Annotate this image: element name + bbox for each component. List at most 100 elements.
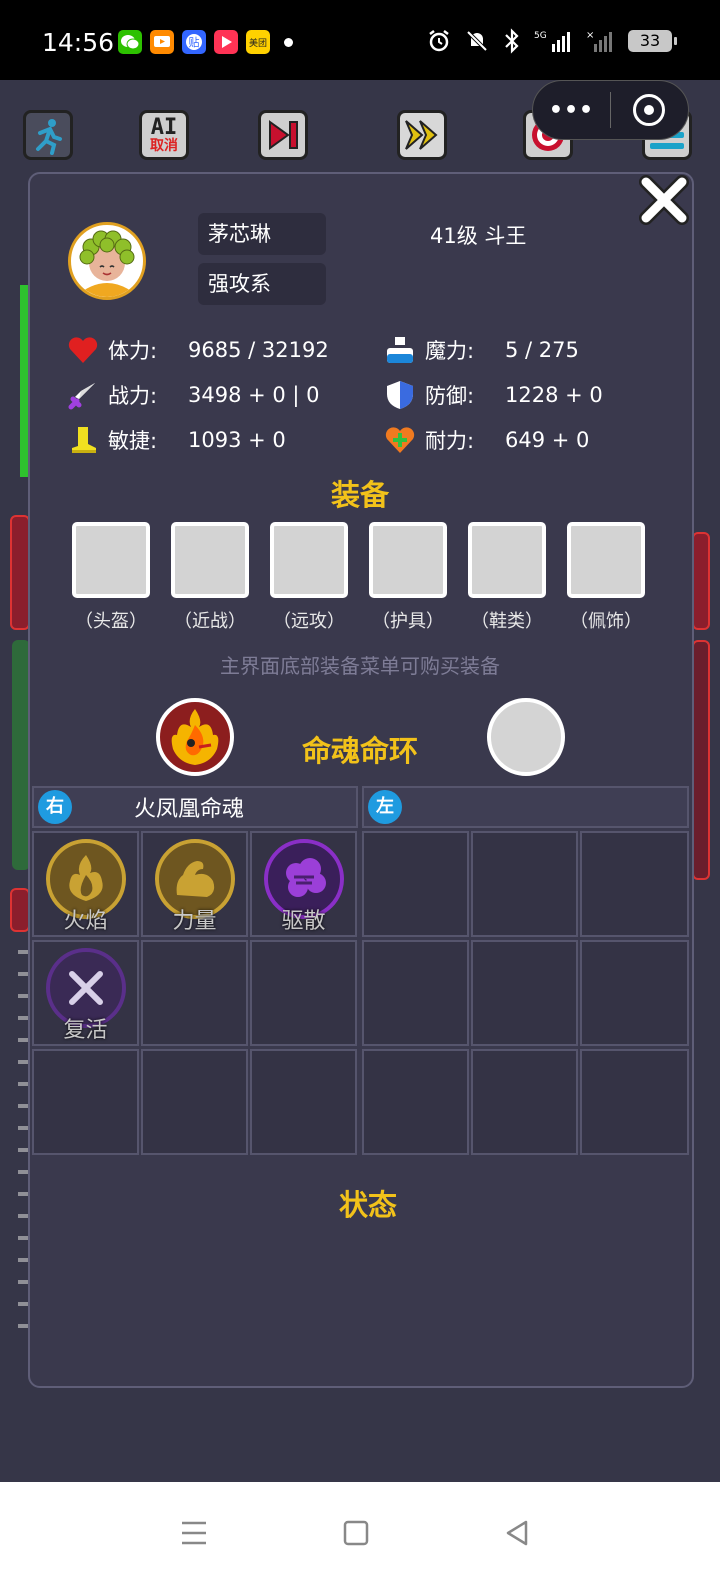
battery-indicator: 33 bbox=[628, 30, 677, 52]
equip-slot-melee[interactable] bbox=[171, 522, 249, 598]
equip-label-melee: （近战） bbox=[174, 611, 246, 632]
soul-slot-left[interactable] bbox=[487, 698, 565, 776]
flame-icon bbox=[69, 855, 103, 901]
ai-label: AI bbox=[150, 115, 178, 140]
mute-icon bbox=[466, 30, 488, 52]
skill-cell[interactable] bbox=[250, 1049, 357, 1155]
skill-cell[interactable] bbox=[471, 1049, 578, 1155]
skip-button[interactable] bbox=[258, 110, 308, 160]
back-triangle-icon bbox=[506, 1520, 528, 1546]
status-bar: 14:56 贴 美团 5G × 33 bbox=[0, 0, 720, 80]
stat-agi-label: 敏捷: bbox=[108, 429, 158, 453]
stat-def-label: 防御: bbox=[425, 384, 475, 408]
stat-sta-label: 耐力: bbox=[425, 429, 475, 453]
skill-cell[interactable] bbox=[471, 940, 578, 1046]
equip-slot-shoes[interactable] bbox=[468, 522, 546, 598]
stat-def-value: 1228 + 0 bbox=[505, 383, 603, 407]
skill-cell[interactable] bbox=[471, 831, 578, 937]
equip-slot-accessory[interactable] bbox=[567, 522, 645, 598]
equipment-hint: 主界面底部装备菜单可购买装备 bbox=[220, 654, 500, 678]
skill-cell[interactable]: 力量 bbox=[141, 831, 248, 937]
more-options-button[interactable]: ••• bbox=[533, 98, 610, 123]
hp-side-bar bbox=[20, 285, 28, 477]
stat-atk-label: 战力: bbox=[108, 384, 158, 408]
side-decoration bbox=[10, 515, 30, 630]
miniprogram-capsule: ••• bbox=[532, 80, 689, 140]
recents-button[interactable] bbox=[169, 1508, 219, 1558]
stat-hp-value: 9685 / 32192 bbox=[188, 338, 329, 362]
svg-text:×: × bbox=[586, 30, 594, 41]
equipment-title: 装备 bbox=[330, 478, 389, 512]
sword-icon bbox=[66, 378, 100, 412]
skill-label: 火焰 bbox=[63, 909, 108, 934]
heart-icon bbox=[66, 333, 100, 367]
skill-cell[interactable] bbox=[141, 1049, 248, 1155]
video-app-icon bbox=[214, 30, 238, 54]
wechat-icon bbox=[118, 30, 142, 54]
equip-label-helmet: （头盔） bbox=[75, 611, 147, 632]
stat-mp-value: 5 / 275 bbox=[505, 338, 579, 362]
equip-label-armor: （护具） bbox=[372, 611, 444, 632]
fast-forward-icon bbox=[405, 120, 438, 150]
skill-cell[interactable] bbox=[580, 1049, 689, 1155]
skill-cell[interactable]: 驱散 bbox=[250, 831, 357, 937]
stat-sta-value: 649 + 0 bbox=[505, 428, 590, 452]
signal-5g-icon: 5G bbox=[534, 31, 570, 52]
skill-cell[interactable] bbox=[362, 1049, 469, 1155]
back-button[interactable] bbox=[492, 1508, 542, 1558]
ai-cancel-button[interactable]: AI 取消 bbox=[139, 110, 189, 160]
soul-column-right: 右 火凤凰命魂 bbox=[32, 786, 358, 828]
skill-cell[interactable] bbox=[580, 831, 689, 937]
run-button[interactable] bbox=[23, 110, 73, 160]
stat-agi: 敏捷: 1093 + 0 bbox=[66, 422, 286, 458]
stat-mp: 魔力: 5 / 275 bbox=[383, 332, 579, 368]
stat-agi-value: 1093 + 0 bbox=[188, 428, 286, 452]
stat-hp: 体力: 9685 / 32192 bbox=[66, 332, 329, 368]
shield-icon bbox=[383, 378, 417, 412]
ai-cancel-label: 取消 bbox=[150, 138, 178, 154]
revive-x-icon bbox=[69, 971, 103, 1005]
skill-cell[interactable]: 复活 bbox=[32, 940, 139, 1046]
skill-cell[interactable] bbox=[362, 940, 469, 1046]
equip-slot-helmet[interactable] bbox=[72, 522, 150, 598]
clock: 14:56 bbox=[42, 28, 115, 57]
skill-cell[interactable]: 火焰 bbox=[32, 831, 139, 937]
stat-sta: 耐力: 649 + 0 bbox=[383, 422, 589, 458]
avatar-face-icon bbox=[75, 230, 139, 297]
status-title: 状态 bbox=[338, 1188, 397, 1222]
skill-cell[interactable] bbox=[32, 1049, 139, 1155]
right-badge: 右 bbox=[38, 790, 72, 824]
character-type: 强攻系 bbox=[198, 263, 326, 305]
tv-app-icon bbox=[150, 30, 174, 54]
equip-slot-ranged[interactable] bbox=[270, 522, 348, 598]
menu-lines-icon bbox=[182, 1521, 206, 1545]
tieba-icon: 贴 bbox=[182, 30, 206, 54]
skill-cell[interactable] bbox=[362, 831, 469, 937]
soul-column-left: 左 bbox=[362, 786, 689, 828]
skill-cell[interactable] bbox=[250, 940, 357, 1046]
fast-forward-button[interactable] bbox=[397, 110, 447, 160]
skill-cell[interactable] bbox=[580, 940, 689, 1046]
home-button[interactable] bbox=[331, 1508, 381, 1558]
notification-icons: 贴 美团 bbox=[118, 30, 293, 54]
right-soul-name: 火凤凰命魂 bbox=[134, 797, 245, 822]
boot-icon bbox=[66, 423, 100, 457]
svg-text:贴: 贴 bbox=[189, 35, 200, 49]
close-miniprogram-button[interactable] bbox=[611, 94, 688, 126]
side-decoration bbox=[10, 888, 30, 932]
system-nav-bar bbox=[0, 1482, 720, 1584]
close-panel-button[interactable] bbox=[638, 174, 690, 226]
stat-mp-label: 魔力: bbox=[425, 339, 475, 363]
skip-next-icon bbox=[269, 120, 298, 150]
svg-text:美团: 美团 bbox=[249, 37, 267, 49]
stat-atk: 战力: 3498 + 0 | 0 bbox=[66, 377, 320, 413]
dispel-cloud-icon bbox=[286, 858, 326, 897]
alarm-icon bbox=[429, 30, 449, 52]
running-man-icon bbox=[36, 119, 62, 155]
skill-label: 力量 bbox=[172, 909, 217, 934]
equip-slot-armor[interactable] bbox=[369, 522, 447, 598]
svg-text:5G: 5G bbox=[534, 31, 547, 41]
character-level: 41级 斗王 bbox=[430, 224, 527, 248]
potion-icon bbox=[383, 333, 417, 367]
skill-cell[interactable] bbox=[141, 940, 248, 1046]
